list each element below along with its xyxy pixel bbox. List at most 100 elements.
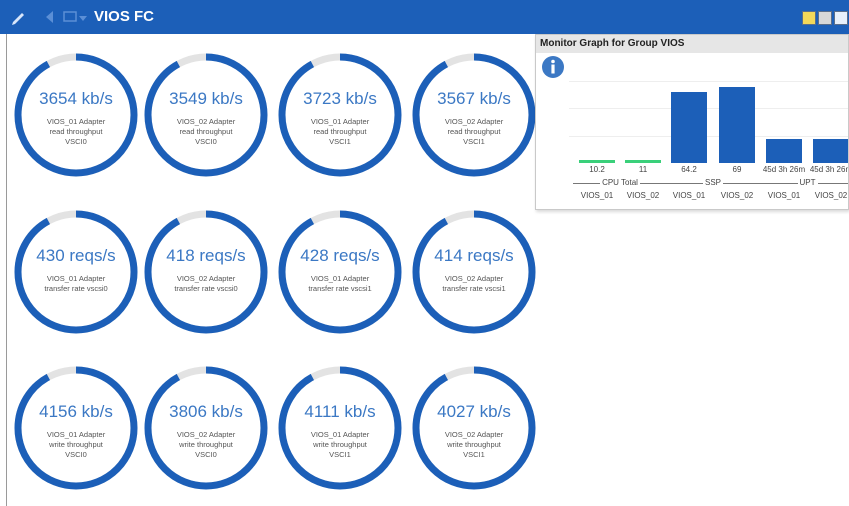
chart-plot-area: [569, 53, 848, 163]
gauge-tile[interactable]: 3549 kb/s VIOS_02 Adapter read throughput V…: [142, 51, 270, 179]
group-name: CPU Total: [600, 178, 640, 187]
gauge-label-line: VSCI0: [65, 450, 87, 459]
gauge-label-line: write throughput: [447, 440, 501, 449]
gauge-label-line: VSCI1: [463, 450, 485, 459]
gauge-label-line: VSCI0: [195, 137, 217, 146]
chart-bar[interactable]: [766, 138, 802, 163]
gauge-label-line: write throughput: [49, 440, 103, 449]
gauge-label-line: VIOS_01 Adapter: [310, 430, 370, 439]
gauge-label-line: transfer rate vscsi1: [442, 284, 506, 293]
bar-category-label: VIOS_02: [814, 191, 848, 200]
gauge-label-line: read throughput: [313, 127, 367, 136]
gauge-ring: [14, 366, 138, 490]
gauge-label: VIOS_02 Adapter read throughput VSCI0: [162, 117, 250, 147]
grid-line: [569, 135, 848, 137]
chart-bar[interactable]: [671, 92, 707, 163]
gauge-tile[interactable]: 3806 kb/s VIOS_02 Adapter write throughput…: [142, 364, 270, 492]
dropdown-icon[interactable]: [78, 8, 88, 26]
gauge-label-line: VIOS_01 Adapter: [310, 117, 370, 126]
help-icon[interactable]: [802, 11, 816, 25]
gauge-ring: [278, 53, 402, 177]
gauge-tile[interactable]: 3567 kb/s VIOS_02 Adapter read throughput V…: [410, 51, 538, 179]
gauge-label-line: VIOS_02 Adapter: [444, 274, 504, 283]
gauge-ring: [278, 366, 402, 490]
gauge-label-line: VIOS_01 Adapter: [46, 430, 106, 439]
title-bar: VIOS FC: [0, 0, 849, 34]
gauge-label-line: VIOS_02 Adapter: [176, 430, 236, 439]
gauge-label-line: write throughput: [179, 440, 233, 449]
gauge-ring: [144, 210, 268, 334]
chart-bar[interactable]: [719, 87, 755, 163]
gauge-tile[interactable]: 428 reqs/s VIOS_01 Adapter transfer rate v…: [276, 208, 404, 336]
gauge-tile[interactable]: 4111 kb/s VIOS_01 Adapter write throughput…: [276, 364, 404, 492]
gauge-value: 3806 kb/s: [169, 402, 243, 421]
gauge-ring: [412, 53, 536, 177]
group-label-text: CPU Total: [573, 178, 667, 188]
gauge-ring: [278, 210, 402, 334]
gauge-label-line: VIOS_02 Adapter: [444, 117, 504, 126]
gauge-label-line: VIOS_01 Adapter: [46, 274, 106, 283]
bar-value-label: 11: [638, 165, 648, 174]
gauge-tile[interactable]: 414 reqs/s VIOS_02 Adapter transfer rate v…: [410, 208, 538, 336]
bar-value-label: 45d 3h 26m: [809, 165, 849, 174]
gauge-tile[interactable]: 430 reqs/s VIOS_01 Adapter transfer rate v…: [12, 208, 140, 336]
panel-title: Monitor Graph for Group VIOS: [536, 35, 848, 53]
page-title: VIOS FC: [94, 8, 155, 25]
expand-icon[interactable]: [834, 11, 848, 25]
gauge-label: VIOS_01 Adapter transfer rate vscsi0: [32, 274, 120, 294]
monitor-graph-panel: Monitor Graph for Group VIOS 10.2 VIOS_01…: [535, 34, 849, 210]
chart-bar[interactable]: [579, 160, 615, 163]
group-name: SSP: [702, 178, 723, 187]
gauge-value: 418 reqs/s: [166, 246, 246, 265]
gauge-label-line: VIOS_01 Adapter: [310, 274, 370, 283]
gauge-ring: [144, 366, 268, 490]
gauge-label-line: VIOS_02 Adapter: [176, 274, 236, 283]
gauge-value: 414 reqs/s: [434, 246, 514, 265]
group-name: UPT: [797, 178, 818, 187]
gauge-tile[interactable]: 4156 kb/s VIOS_01 Adapter write throughput…: [12, 364, 140, 492]
group-label: UPT: [760, 178, 848, 188]
grid-line: [569, 108, 848, 109]
bar-category-label: VIOS_01: [580, 191, 614, 200]
gauge-ring: [412, 210, 536, 334]
info-icon[interactable]: [541, 55, 565, 79]
settings-icon[interactable]: [818, 11, 832, 25]
gauge-value: 4111 kb/s: [304, 402, 376, 421]
chart-bar[interactable]: [813, 138, 848, 163]
back-icon[interactable]: [42, 8, 60, 26]
gauge-label: VIOS_01 Adapter read throughput VSCI1: [296, 117, 384, 147]
gauge-label-line: transfer rate vscsi0: [44, 284, 108, 293]
gauge-value: 4156 kb/s: [39, 402, 113, 421]
bar-category-label: VIOS_02: [720, 191, 754, 200]
edit-icon[interactable]: [10, 8, 28, 26]
gauge-label-line: read throughput: [49, 127, 103, 136]
gauge-tile[interactable]: 3723 kb/s VIOS_01 Adapter read throughput V…: [276, 51, 404, 179]
bar-value-label: 10.2: [589, 165, 605, 174]
bar-category-label: VIOS_02: [626, 191, 660, 200]
gauge-tile[interactable]: 4027 kb/s VIOS_02 Adapter write throughput…: [410, 364, 538, 492]
gauge-label-line: VSCI1: [329, 450, 351, 459]
gauge-label: VIOS_02 Adapter write throughput VSCI1: [430, 430, 518, 460]
bar-category-label: VIOS_01: [767, 191, 801, 200]
gauge-label-line: VSCI1: [463, 137, 485, 146]
gauge-ring: [14, 53, 138, 177]
gauge-label: VIOS_02 Adapter transfer rate vscsi1: [430, 274, 518, 294]
chart-bar[interactable]: [625, 160, 661, 163]
gauge-ring: [412, 366, 536, 490]
group-label: CPU Total: [573, 178, 667, 188]
gauge-ring: [144, 53, 268, 177]
gauge-label-line: VSCI0: [195, 450, 217, 459]
gauge-label-line: read throughput: [447, 127, 501, 136]
bar-value-label: 45d 3h 26m: [762, 165, 806, 174]
gauge-value: 428 reqs/s: [300, 246, 380, 265]
group-label: SSP: [665, 178, 761, 188]
gauge-label-line: VSCI0: [65, 137, 87, 146]
bar-value-label: 64.2: [681, 165, 697, 174]
gauge-value: 3723 kb/s: [303, 89, 377, 108]
gauge-tile[interactable]: 418 reqs/s VIOS_02 Adapter transfer rate v…: [142, 208, 270, 336]
gauge-label-line: write throughput: [313, 440, 367, 449]
left-border: [6, 34, 7, 506]
gauge-value: 430 reqs/s: [36, 246, 116, 265]
gauge-label-line: VIOS_01 Adapter: [46, 117, 106, 126]
gauge-tile[interactable]: 3654 kb/s VIOS_01 Adapter read throughput V…: [12, 51, 140, 179]
